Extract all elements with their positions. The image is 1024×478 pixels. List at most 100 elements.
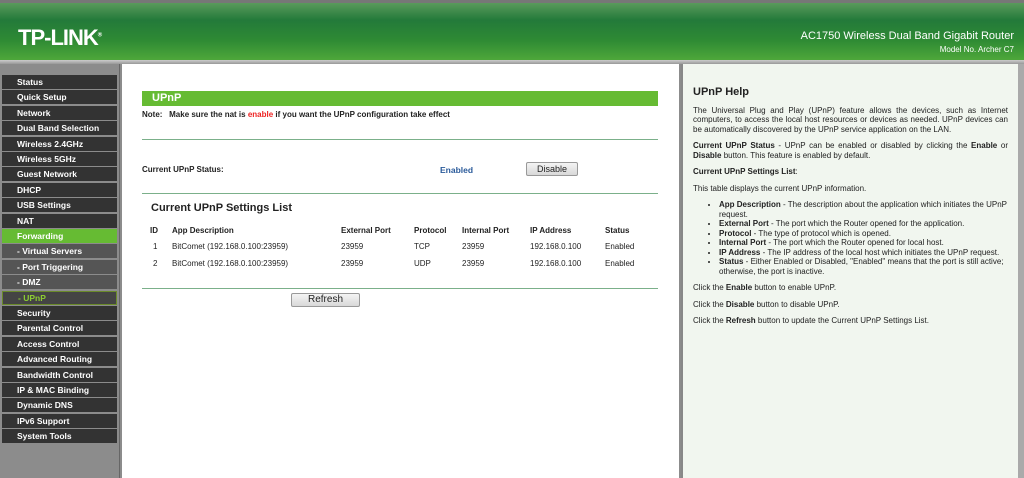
help-text: Click the xyxy=(693,283,726,292)
table-cell: 23959 xyxy=(341,242,364,252)
sidebar-item-system-tools[interactable]: System Tools xyxy=(2,429,117,444)
help-click-enable: Click the Enable button to enable UPnP. xyxy=(693,283,1008,293)
refresh-button[interactable]: Refresh xyxy=(291,293,360,307)
scrollbar[interactable] xyxy=(1018,64,1024,478)
help-bullets: App Description - The description about … xyxy=(719,200,1008,276)
help-text: : xyxy=(795,167,798,176)
sidebar-item-usb-settings[interactable]: USB Settings xyxy=(2,198,117,213)
help-text: button to enable UPnP. xyxy=(752,283,837,292)
help-bullet: Status - Either Enabled or Disabled, "En… xyxy=(719,257,1008,276)
help-term: Disable xyxy=(725,299,755,309)
sidebar-item-wireless-5ghz[interactable]: Wireless 5GHz xyxy=(2,152,117,166)
column-header: Protocol xyxy=(414,225,447,235)
note-label: Note: xyxy=(142,110,163,119)
settings-list-title: Current UPnP Settings List xyxy=(151,202,292,214)
column-header: ID xyxy=(150,225,158,235)
table-cell: 23959 xyxy=(462,258,485,268)
help-text: - The type of protocol which is opened. xyxy=(751,228,891,238)
sidebar-item-dhcp[interactable]: DHCP xyxy=(2,182,117,197)
sidebar-item-dual-band-selection[interactable]: Dual Band Selection xyxy=(2,121,117,136)
help-text: - The port which the Router opened for l… xyxy=(766,238,944,247)
table-cell: 23959 xyxy=(341,258,364,268)
brand-text: TP-LINK xyxy=(18,25,99,50)
table-cell: Enabled xyxy=(605,258,635,268)
status-label: Current UPnP Status: xyxy=(142,165,224,174)
sidebar-item-virtual-servers[interactable]: - Virtual Servers xyxy=(2,244,117,259)
model-number: Model No. Archer C7 xyxy=(939,45,1014,54)
table-cell: 192.168.0.100 xyxy=(530,242,582,252)
tp-link-logo: TP-LINK® xyxy=(18,25,102,50)
sidebar-item-advanced-routing[interactable]: Advanced Routing xyxy=(2,352,117,367)
help-text: button. This feature is enabled by defau… xyxy=(721,150,871,160)
table-row: 1 BitComet (192.168.0.100:23959) 23959 TCP 2… xyxy=(150,239,655,256)
help-status: Current UPnP Status - UPnP can be enable… xyxy=(693,141,1008,160)
column-header: Status xyxy=(605,225,630,235)
note-text-post: if you want the UPnP configuration take … xyxy=(273,110,450,119)
divider xyxy=(142,193,658,194)
help-term: Status xyxy=(719,257,744,266)
help-panel: UPnP Help The Universal Plug and Play (U… xyxy=(681,64,1018,478)
sidebar-item-quick-setup[interactable]: Quick Setup xyxy=(2,90,117,105)
help-click-refresh: Click the Refresh button to update the C… xyxy=(693,316,1008,326)
table-cell: 2 xyxy=(153,258,158,268)
divider xyxy=(142,139,658,140)
product-info: AC1750 Wireless Dual Band Gigabit Router… xyxy=(801,30,1014,56)
help-term: Internal Port xyxy=(719,238,767,247)
sidebar-item-dmz[interactable]: - DMZ xyxy=(2,275,117,290)
sidebar-item-forwarding[interactable]: Forwarding xyxy=(2,229,117,243)
help-term: External Port xyxy=(719,219,769,228)
help-text: Click the xyxy=(693,299,726,309)
column-header: IP Address xyxy=(530,225,572,235)
help-bullet: Protocol - The type of protocol which is… xyxy=(719,229,1008,239)
column-header: External Port xyxy=(341,225,391,235)
table-cell: 192.168.0.100 xyxy=(530,258,582,268)
sidebar-item-status[interactable]: Status xyxy=(2,75,117,89)
help-term: App Description xyxy=(719,200,781,209)
sidebar-item-wireless-2-4ghz[interactable]: Wireless 2.4GHz xyxy=(2,136,117,151)
help-bullet: IP Address - The IP address of the local… xyxy=(719,248,1008,258)
page-title: UPnP xyxy=(142,91,658,106)
help-term: Enable xyxy=(725,283,753,292)
upnp-settings-table: ID App Description External Port Protocol In… xyxy=(150,222,655,272)
sidebar-item-bandwidth-control[interactable]: Bandwidth Control xyxy=(2,367,117,382)
help-term: Current UPnP Settings List xyxy=(693,167,796,176)
column-header: App Description xyxy=(172,225,234,235)
sidebar-item-upnp[interactable]: - UPnP xyxy=(2,290,117,305)
help-term: Disable xyxy=(693,150,722,160)
disable-button[interactable]: Disable xyxy=(526,162,578,176)
table-cell: 1 xyxy=(153,242,158,252)
table-cell: 23959 xyxy=(462,242,485,252)
divider xyxy=(142,288,658,289)
help-bullet: App Description - The description about … xyxy=(719,200,1008,219)
table-cell: BitComet (192.168.0.100:23959) xyxy=(172,258,289,268)
sidebar-item-network[interactable]: Network xyxy=(2,105,117,120)
main-content: UPnP Note: Make sure the nat is enable i… xyxy=(122,64,679,478)
help-text: button to update the Current UPnP Settin… xyxy=(755,316,929,325)
sidebar-item-security[interactable]: Security xyxy=(2,306,117,320)
help-bullet: Internal Port - The port which the Route… xyxy=(719,238,1008,248)
sidebar-item-ipv6-support[interactable]: IPv6 Support xyxy=(2,413,117,428)
help-list-text: This table displays the current UPnP inf… xyxy=(693,183,867,193)
sidebar-item-guest-network[interactable]: Guest Network xyxy=(2,167,117,182)
note-text-pre: Make sure the nat is xyxy=(169,110,248,119)
sidebar-item-nat[interactable]: NAT xyxy=(2,213,117,228)
sidebar-item-dynamic-dns[interactable]: Dynamic DNS xyxy=(2,398,117,413)
help-term: Enable xyxy=(971,141,998,150)
table-row: 2 BitComet (192.168.0.100:23959) 23959 UDP 2… xyxy=(150,255,655,272)
sidebar-item-access-control[interactable]: Access Control xyxy=(2,336,117,351)
help-text: button to disable UPnP. xyxy=(754,299,840,309)
note-enable-word: enable xyxy=(247,110,274,119)
product-name: AC1750 Wireless Dual Band Gigabit Router xyxy=(800,30,1014,42)
help-click-disable: Click the Disable button to disable UPnP… xyxy=(693,300,1008,310)
column-header: Internal Port xyxy=(462,225,510,235)
header: TP-LINK® AC1750 Wireless Dual Band Gigab… xyxy=(0,0,1024,60)
nat-note: Note: Make sure the nat is enable if you… xyxy=(142,110,450,119)
sidebar-item-port-triggering[interactable]: - Port Triggering xyxy=(2,259,117,274)
help-text: - The IP address of the local host which… xyxy=(760,247,1000,257)
sidebar-item-ip-mac-binding[interactable]: IP & MAC Binding xyxy=(2,383,117,397)
help-text: Click the xyxy=(693,316,726,325)
help-text: - Either Enabled or Disabled, "Enabled" … xyxy=(719,257,1004,276)
help-term: Refresh xyxy=(725,316,756,325)
help-term: Current UPnP Status xyxy=(693,141,775,150)
sidebar-item-parental-control[interactable]: Parental Control xyxy=(2,321,117,336)
